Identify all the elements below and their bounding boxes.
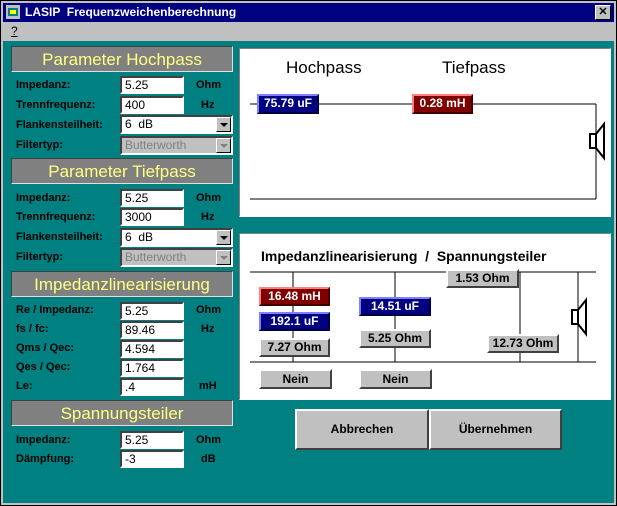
title-bar: LASIP Frequenzweichenberechnung ✕ [3, 3, 614, 22]
hp-impedance-label: Impedanz: [16, 79, 71, 91]
close-button[interactable]: ✕ [595, 5, 611, 20]
div-impedance-input[interactable]: 5.25 [120, 431, 184, 449]
tp-inductor-value: 0.28 mH [412, 94, 473, 114]
le-unit: mH [199, 380, 217, 392]
re-input[interactable]: 5.25 [120, 302, 184, 320]
re-unit: Ohm [196, 304, 222, 316]
linear-toggle-2-button[interactable]: Nein [359, 369, 432, 389]
speaker-icon [571, 297, 587, 337]
menu-help[interactable]: ? [11, 24, 18, 38]
re-label: Re / Impedanz: [16, 304, 94, 316]
qms-label: Qms / Qec: [16, 342, 75, 354]
fs-input[interactable]: 89.46 [120, 321, 184, 339]
damping-label: Dämpfung: [16, 453, 75, 465]
linear-toggle-1-button[interactable]: Nein [259, 369, 332, 389]
chevron-down-icon[interactable] [216, 117, 231, 132]
tiefpass-diagram-title: Tiefpass [442, 58, 506, 77]
divider-parallel-resistor-value: 12.73 Ohm [487, 334, 559, 353]
chevron-down-icon[interactable] [216, 138, 231, 153]
linear-resistor2-value: 5.25 Ohm [359, 329, 431, 348]
cancel-button[interactable]: Abbrechen [295, 409, 429, 450]
tp-impedance-input[interactable]: 5.25 [120, 189, 184, 207]
hp-freq-input[interactable]: 400 [120, 96, 184, 114]
qms-input[interactable]: 4.594 [120, 340, 184, 358]
hp-slope-select[interactable]: 6 dB [120, 115, 233, 134]
tp-impedance-unit: Ohm [196, 192, 222, 204]
linear-capacitor2-value: 14.51 uF [359, 297, 431, 316]
le-label: Le: [16, 380, 33, 392]
divider-header: Spannungsteiler [11, 400, 233, 426]
crossover-circuit-panel: Hochpass Tiefpass 75.79 uF 0.28 mH [239, 48, 611, 217]
hp-slope-value: 6 dB [125, 117, 154, 131]
linearization-diagram-title: Impedanzlinearisierung / Spannungsteiler [261, 248, 547, 264]
hp-filtertype-select[interactable]: Butterworth [120, 136, 233, 155]
tp-filtertype-value: Butterworth [125, 250, 187, 264]
damping-input[interactable]: -3 [120, 450, 184, 468]
hp-slope-label: Flankensteilheit: [16, 119, 103, 131]
divider-series-resistor-value: 1.53 Ohm [446, 269, 519, 288]
div-impedance-unit: Ohm [196, 434, 222, 446]
hp-filtertype-value: Butterworth [125, 138, 187, 152]
tiefpass-header: Parameter Tiefpass [11, 158, 233, 184]
hp-filtertype-label: Filtertyp: [16, 139, 64, 151]
linear-resistor1-value: 7.27 Ohm [259, 338, 330, 357]
tp-freq-label: Trennfrequenz: [16, 211, 96, 223]
hp-capacitor-value: 75.79 uF [257, 94, 319, 114]
window-title: LASIP Frequenzweichenberechnung [25, 5, 237, 19]
apply-button[interactable]: Übernehmen [429, 409, 562, 450]
tp-freq-input[interactable]: 3000 [120, 208, 184, 226]
linear-inductor-value: 16.48 mH [259, 287, 330, 306]
tp-slope-label: Flankensteilheit: [16, 231, 103, 243]
hp-freq-label: Trennfrequenz: [16, 99, 96, 111]
tp-freq-unit: Hz [201, 211, 215, 223]
menu-bar: ? [3, 23, 614, 41]
app-icon [6, 5, 20, 19]
hp-impedance-unit: Ohm [196, 79, 222, 91]
hochpass-diagram-title: Hochpass [286, 58, 362, 77]
qes-input[interactable]: 1.764 [120, 359, 184, 377]
chevron-down-icon[interactable] [216, 250, 231, 265]
tp-slope-value: 6 dB [125, 230, 154, 244]
tp-slope-select[interactable]: 6 dB [120, 228, 233, 247]
qes-label: Qes / Qec: [16, 361, 71, 373]
speaker-icon [589, 121, 605, 161]
main-client-area: Parameter Hochpass Impedanz: 5.25 Ohm Tr… [3, 41, 614, 503]
app-window: LASIP Frequenzweichenberechnung ✕ ? Para… [0, 0, 617, 506]
fs-label: fs / fc: [16, 323, 49, 335]
linear-header: Impedanzlinearisierung [11, 271, 233, 297]
le-input[interactable]: .4 [120, 378, 184, 396]
hp-impedance-input[interactable]: 5.25 [120, 76, 184, 94]
damping-unit: dB [201, 453, 216, 465]
hp-freq-unit: Hz [201, 99, 215, 111]
tp-filtertype-select[interactable]: Butterworth [120, 248, 233, 267]
chevron-down-icon[interactable] [216, 230, 231, 245]
linearization-circuit-panel: Impedanzlinearisierung / Spannungsteiler… [239, 233, 611, 400]
tp-filtertype-label: Filtertyp: [16, 251, 64, 263]
hochpass-header: Parameter Hochpass [11, 46, 233, 72]
linear-capacitor1-value: 192.1 uF [259, 312, 330, 331]
div-impedance-label: Impedanz: [16, 434, 71, 446]
fs-unit: Hz [201, 323, 215, 335]
tp-impedance-label: Impedanz: [16, 192, 71, 204]
